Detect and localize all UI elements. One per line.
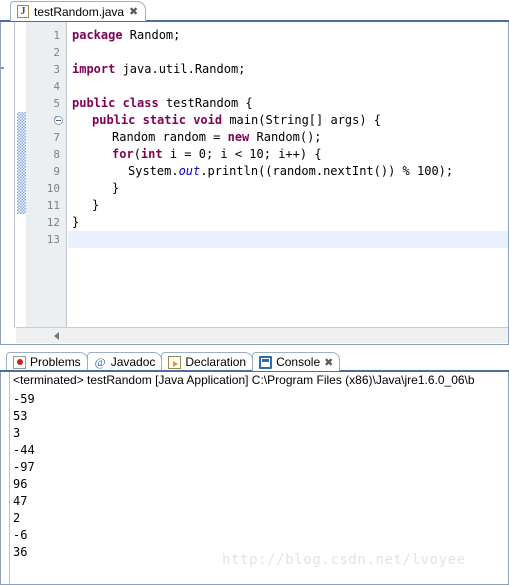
marker-tick [0,67,4,69]
console-tab-problems[interactable]: Problems [6,352,88,371]
editor-horizontal-scrollbar[interactable] [16,327,509,343]
console-output-line: -6 [13,528,28,542]
console-output-line: -44 [13,443,35,457]
problems-icon [13,355,26,369]
console-output-line: -59 [13,392,35,406]
code-line: public class testRandom { [68,95,253,112]
line-number: 13 [46,233,60,246]
line-number: 8 [53,148,60,161]
editor-tab-label: testRandom.java [34,4,125,19]
console-tab-label: Console [276,355,321,369]
console-tab-javadoc[interactable]: @ Javadoc [86,352,163,371]
code-keyword: public [72,96,116,110]
editor-tab-strip: J testRandom.java ✖ [0,0,509,22]
code-field: out [178,164,201,178]
editor-frame: 12345678910111213 package Random;import … [0,22,509,349]
console-output-line: 3 [13,426,21,440]
code-line: import java.util.Random; [68,61,245,78]
code-fold-collapse-icon[interactable] [54,116,63,125]
java-file-icon: J [17,5,29,18]
code-text-area[interactable]: package Random; import java.util.Random; p… [68,22,509,327]
console-tab-strip: Problems @ Javadoc Declaration Console ✖ [0,350,509,372]
code-keyword: static [142,113,186,127]
editor-annotation-bar [16,22,26,327]
declaration-icon [168,355,182,369]
console-icon [259,355,273,369]
current-line-highlight [68,231,509,248]
line-number: 12 [46,216,60,229]
watermark-text: http://blog.csdn.net/lvoyee [222,552,466,568]
code-line: System.out.println((random.nextInt()) % … [68,163,453,180]
code-text: Random; [122,28,181,42]
line-number: 9 [53,165,60,178]
console-tab-label: Problems [30,355,81,369]
code-keyword: new [227,130,250,144]
code-text: java.util.Random; [115,62,246,76]
console-tab-console[interactable]: Console ✖ [252,352,341,371]
code-line: } [68,214,79,231]
java-editor-panel: J testRandom.java ✖ 12345678910111213 pa… [0,0,509,349]
code-text: testRandom { [158,96,253,110]
code-text: ( [133,147,141,161]
code-line: package Random; [68,27,180,44]
code-text: i = 0; i < 10; i++) { [162,147,322,161]
code-text: main(String[] args) { [222,113,382,127]
console-output-line: 47 [13,494,28,508]
editor-line-number-gutter[interactable]: 12345678910111213 [26,22,67,327]
console-terminated-header: <terminated> testRandom [Java Applicatio… [13,373,475,387]
line-number: 1 [53,29,60,42]
code-line: } [68,180,119,197]
console-output-line: 53 [13,409,28,423]
line-number: 11 [46,199,60,212]
code-text: } [72,215,80,229]
console-tab-label: Javadoc [110,355,156,369]
line-number: 2 [53,46,60,59]
console-left-rail [1,372,10,584]
code-text: Random(); [249,130,322,144]
editor-marker-bar[interactable] [0,22,15,327]
code-text: } [92,198,100,212]
console-tab-declaration[interactable]: Declaration [161,352,254,371]
changed-lines-annotation [17,112,26,214]
code-line: for(int i = 0; i < 10; i++) { [68,146,322,163]
code-keyword: public [92,113,136,127]
code-line: } [68,197,99,214]
console-tab-label: Declaration [185,355,247,369]
console-output-line: -97 [13,460,35,474]
close-icon[interactable]: ✖ [324,357,333,368]
code-keyword: class [122,96,159,110]
code-keyword: import [72,62,116,76]
code-text: } [112,181,120,195]
code-keyword: int [140,147,163,161]
console-output-line: 2 [13,511,21,525]
code-keyword: void [193,113,223,127]
line-number: 5 [53,97,60,110]
close-icon[interactable]: ✖ [129,6,138,17]
console-panel: Problems @ Javadoc Declaration Console ✖ <ter… [0,350,509,585]
editor-tab-testrandom-java[interactable]: J testRandom.java ✖ [10,1,147,21]
line-number: 7 [53,131,60,144]
code-keyword: for [112,147,134,161]
code-keyword: package [72,28,123,42]
line-number: 3 [53,63,60,76]
scroll-left-arrow-icon[interactable] [54,332,59,340]
line-number: 4 [53,80,60,93]
code-text: Random random = [112,130,228,144]
line-number: 10 [46,182,60,195]
code-text: .println((random.nextInt()) % 100); [200,164,454,178]
code-line: Random random = new Random(); [68,129,322,146]
console-output-line: 96 [13,477,28,491]
javadoc-at-icon: @ [94,354,106,369]
code-text: System. [128,164,179,178]
code-line: public static void main(String[] args) { [68,112,381,129]
console-output-line: 36 [13,545,28,559]
